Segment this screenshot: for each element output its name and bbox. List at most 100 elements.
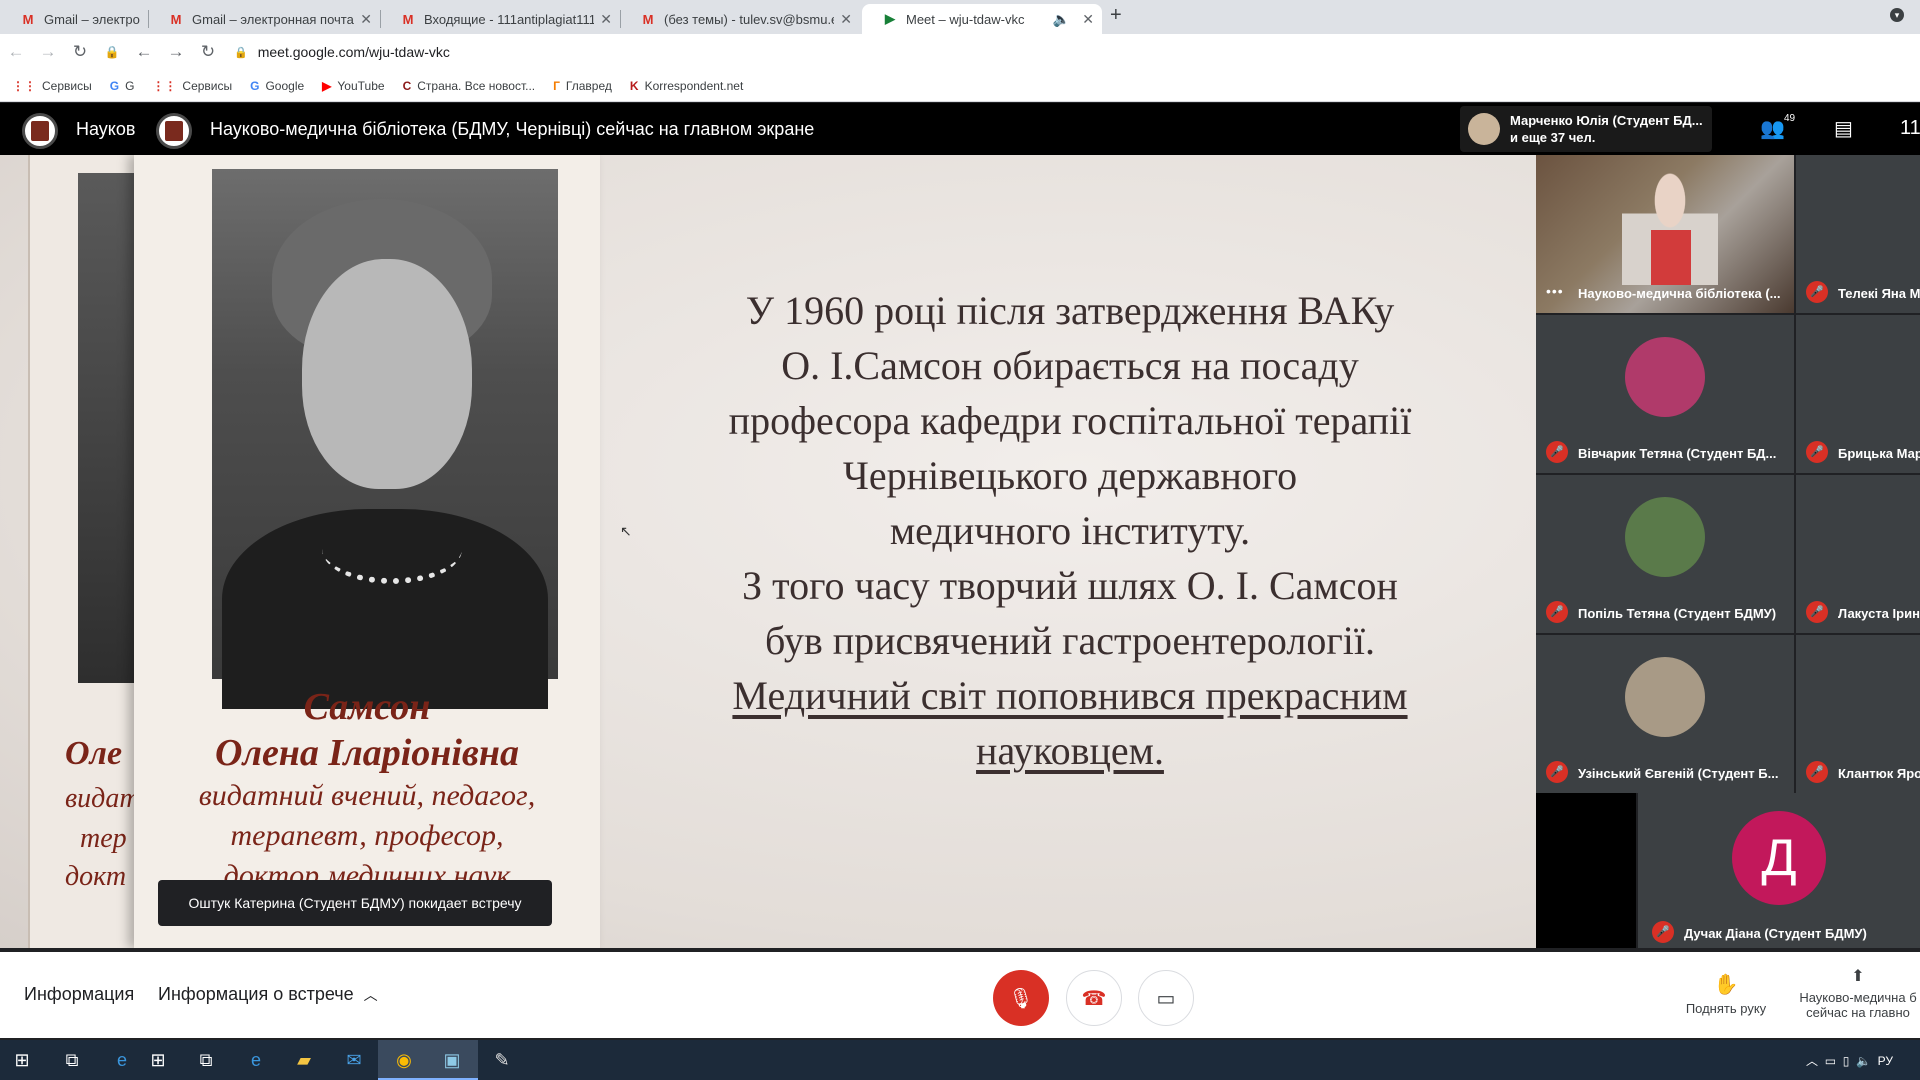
participant-name: Лакуста Ірин — [1838, 606, 1920, 621]
browser-toolbar: ← → ↻ 🔒 ← → ↻ 🔒 meet.google.com/wju-tdaw… — [0, 34, 1920, 70]
speaker-icon: 🔈 — [1052, 10, 1071, 27]
meet-icon: ▶ — [885, 11, 895, 26]
gmail-icon: M — [22, 11, 34, 27]
book-icon — [165, 121, 183, 141]
edge-icon[interactable]: e — [110, 1048, 134, 1072]
book-surname: Самсон — [303, 686, 431, 728]
participant-name: Вівчарик Тетяна (Студент БД... — [1578, 446, 1777, 461]
windows-icon[interactable]: ⊞ — [146, 1048, 170, 1072]
raise-hand-button[interactable]: ✋ Поднять руку — [1676, 972, 1776, 1016]
chat-icon[interactable]: ▤ — [1834, 116, 1853, 141]
new-tab-button[interactable]: + — [1110, 4, 1122, 27]
empty-tile — [1536, 793, 1636, 948]
portrait-photo — [212, 169, 558, 709]
close-tab-icon[interactable]: ✕ — [840, 11, 852, 28]
mic-off-icon: 🎙 — [1008, 987, 1034, 1010]
bookmark-youtube[interactable]: ▶ YouTube — [322, 79, 384, 93]
browser-tab-1[interactable]: M Gmail – электрон — [0, 4, 148, 34]
back-icon[interactable]: ← — [128, 42, 160, 62]
participant-name: Клантюк Яро — [1838, 766, 1920, 781]
screenshot-app-icon[interactable]: ▣ — [440, 1048, 464, 1072]
forward-icon[interactable]: → — [160, 42, 192, 62]
bookmark-g[interactable]: GG — [110, 79, 135, 93]
volume-icon[interactable]: 🔈 — [1856, 1054, 1871, 1068]
more-options-icon[interactable]: ••• — [1546, 283, 1564, 299]
task-view-icon[interactable]: ⧉ — [194, 1048, 218, 1072]
book-icon — [31, 121, 49, 141]
participant-tile[interactable]: ••• Науково-медична бібліотека (... — [1536, 155, 1794, 313]
leave-notification-toast: Оштук Катерина (Студент БДМУ) покидает в… — [158, 880, 552, 926]
close-tab-icon[interactable]: ✕ — [360, 11, 372, 28]
browser-tab-2[interactable]: M Gmail – электронная почта от G ✕ — [148, 4, 380, 34]
participants-grid: ••• Науково-медична бібліотека (... 🎤 Те… — [1536, 155, 1920, 948]
browser-tab-meet[interactable]: ▶ Meet – wju-tdaw-vkc 🔈 ✕ — [862, 4, 1102, 34]
bookmark-korrespondent[interactable]: K Korrespondent.net — [630, 79, 743, 93]
library-logo — [22, 113, 58, 149]
windows-start-icon[interactable]: ⊞ — [10, 1048, 34, 1072]
book-desc-line: видатний вчений, педагог, — [198, 779, 536, 812]
close-tab-icon[interactable]: ✕ — [1082, 11, 1094, 28]
meet-top-bar: Науков Науково-медична бібліотека (БДМУ,… — [0, 103, 1920, 155]
bookmark-google[interactable]: G Google — [250, 79, 304, 93]
camera-toggle-button[interactable]: ▭ — [1138, 970, 1194, 1026]
leave-call-button[interactable]: ☎ — [1066, 970, 1122, 1026]
presenting-button[interactable]: ⬆ Науково-медична б сейчас на главно — [1796, 966, 1920, 1020]
slide-text-underlined: Медичний світ поповнився прекрасним — [732, 673, 1408, 718]
portrait-pearls — [322, 514, 462, 584]
ie-icon[interactable]: e — [244, 1048, 268, 1072]
participant-tile[interactable]: Д 🎤 Дучак Діана (Студент БДМУ) — [1638, 793, 1920, 948]
participant-tile[interactable]: 🎤 Телекі Яна М — [1796, 155, 1920, 313]
network-icon[interactable]: ▭ — [1825, 1054, 1836, 1068]
meeting-details-button[interactable]: Информация о встрече ︿ — [158, 984, 378, 1005]
tray-chevron-icon[interactable]: ︿ — [1806, 1054, 1818, 1068]
lock-icon: 🔒 — [104, 45, 120, 59]
chrome-icon[interactable]: ◉ — [392, 1048, 416, 1072]
gmail-icon: M — [402, 11, 414, 27]
participant-tile[interactable]: 🎤 Узінський Євгеній (Студент Б... — [1536, 635, 1794, 793]
participant-name: Брицька Мар — [1838, 446, 1920, 461]
participant-tile[interactable]: 🎤 Попіль Тетяна (Студент БДМУ) — [1536, 475, 1794, 633]
bookmark-glavred[interactable]: Г Главред — [553, 79, 612, 93]
back-icon[interactable]: ← — [0, 42, 32, 62]
meeting-short-title: Науков — [76, 119, 136, 139]
forward-icon[interactable]: → — [32, 42, 64, 62]
reload-icon[interactable]: ↻ — [64, 42, 96, 62]
participant-tile[interactable]: 🎤 Вівчарик Тетяна (Студент БД... — [1536, 315, 1794, 473]
browser-tab-4[interactable]: M (без темы) - tulev.sv@bsmu.edu ✕ — [620, 4, 860, 34]
participant-tile[interactable]: 🎤 Клантюк Яро — [1796, 635, 1920, 793]
lock-icon: 🔒 — [234, 46, 248, 59]
participant-name: Дучак Діана (Студент БДМУ) — [1684, 926, 1867, 941]
tab-search-icon[interactable]: ▾ — [1890, 8, 1904, 22]
slide-text-underlined: науковцем. — [976, 728, 1164, 773]
input-language[interactable]: РУ — [1878, 1054, 1893, 1068]
reload-icon[interactable]: ↻ — [192, 42, 224, 62]
youtube-icon: ▶ — [322, 78, 332, 93]
close-tab-icon[interactable]: ✕ — [600, 11, 612, 28]
people-icon[interactable]: 👥 — [1760, 116, 1785, 141]
slide-text-line: Чернівецького державного — [842, 453, 1298, 498]
microphone-toggle-button[interactable]: 🎙 — [993, 970, 1049, 1026]
bookmark-services[interactable]: ⋮⋮ Сервисы — [12, 79, 92, 93]
book-fullname: Олена Іларіонівна — [215, 732, 519, 774]
front-book-cover: Самсон Олена Іларіонівна видатний вчений… — [134, 155, 600, 948]
presenter-chip[interactable]: Марченко Юлія (Студент БД... и еще 37 че… — [1460, 106, 1712, 152]
info-button[interactable]: Информация — [24, 984, 134, 1005]
browser-tab-3[interactable]: M Входящие - 111antiplagiat1111@ ✕ — [380, 4, 620, 34]
bookmark-strana[interactable]: C Страна. Все новост... — [403, 79, 536, 93]
apps-grid-icon: ⋮⋮ — [152, 78, 177, 93]
mic-off-icon: 🎤 — [1546, 761, 1568, 783]
battery-icon[interactable]: ▯ — [1843, 1054, 1850, 1068]
avatar — [1468, 113, 1500, 145]
slide-text-line: професора кафедри госпітальної терапії — [728, 398, 1412, 443]
mouse-cursor-icon: ↖ — [620, 523, 632, 539]
task-view-icon[interactable]: ⧉ — [60, 1048, 84, 1072]
paint-icon[interactable]: ✎ — [490, 1048, 514, 1072]
bookmark-services-2[interactable]: ⋮⋮ Сервисы — [152, 79, 232, 93]
file-explorer-icon[interactable]: ▰ — [292, 1048, 316, 1072]
browser-tab-strip: M Gmail – электрон M Gmail – электронная… — [0, 0, 1920, 34]
address-bar[interactable]: 🔒 meet.google.com/wju-tdaw-vkc — [234, 44, 450, 60]
participant-tile[interactable]: 🎤 Брицька Мар — [1796, 315, 1920, 473]
system-tray: ︿ ▭ ▯ 🔈 РУ — [1806, 1052, 1893, 1069]
participant-tile[interactable]: 🎤 Лакуста Ірин — [1796, 475, 1920, 633]
mail-icon[interactable]: ✉ — [342, 1048, 366, 1072]
